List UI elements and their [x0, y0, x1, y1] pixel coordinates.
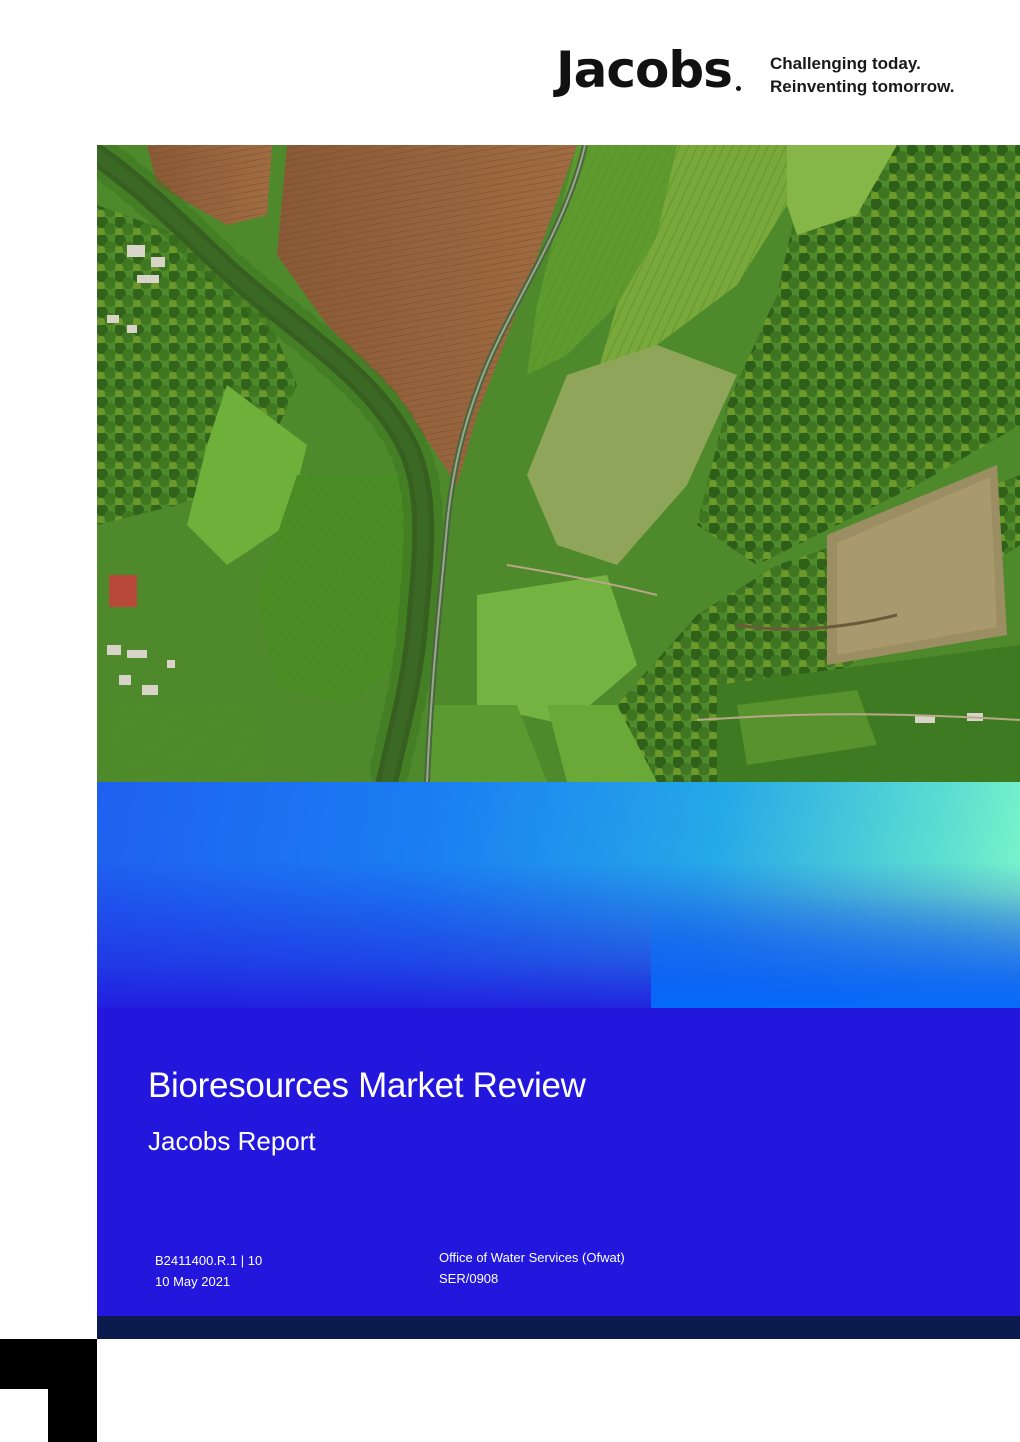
tagline-line-2: Reinventing tomorrow.	[770, 77, 955, 96]
client-reference: SER/0908	[439, 1271, 499, 1286]
footer-strip	[97, 1316, 1020, 1339]
gradient-band	[97, 782, 1020, 1008]
client-meta: Office of Water Services (Ofwat) SER/090…	[439, 1247, 625, 1289]
document-meta: B2411400.R.1 | 10 10 May 2021	[155, 1250, 262, 1292]
aerial-landscape-image	[97, 145, 1020, 782]
client-name: Office of Water Services (Ofwat)	[439, 1250, 625, 1265]
report-subtitle: Jacobs Report	[148, 1126, 316, 1156]
title-block: Bioresources Market Review Jacobs Report…	[97, 1008, 1020, 1316]
document-date: 10 May 2021	[155, 1274, 231, 1289]
logo-dot	[736, 86, 741, 91]
logo-wordmark: Jacobs	[556, 41, 733, 99]
tagline: Challenging today. Reinventing tomorrow.	[770, 52, 955, 98]
report-cover: Jacobs Challenging today. Reinventing to…	[0, 0, 1020, 1442]
document-number: B2411400.R.1 | 10	[155, 1253, 263, 1268]
tagline-line-1: Challenging today.	[770, 54, 921, 73]
report-title: Bioresources Market Review	[148, 1066, 586, 1105]
